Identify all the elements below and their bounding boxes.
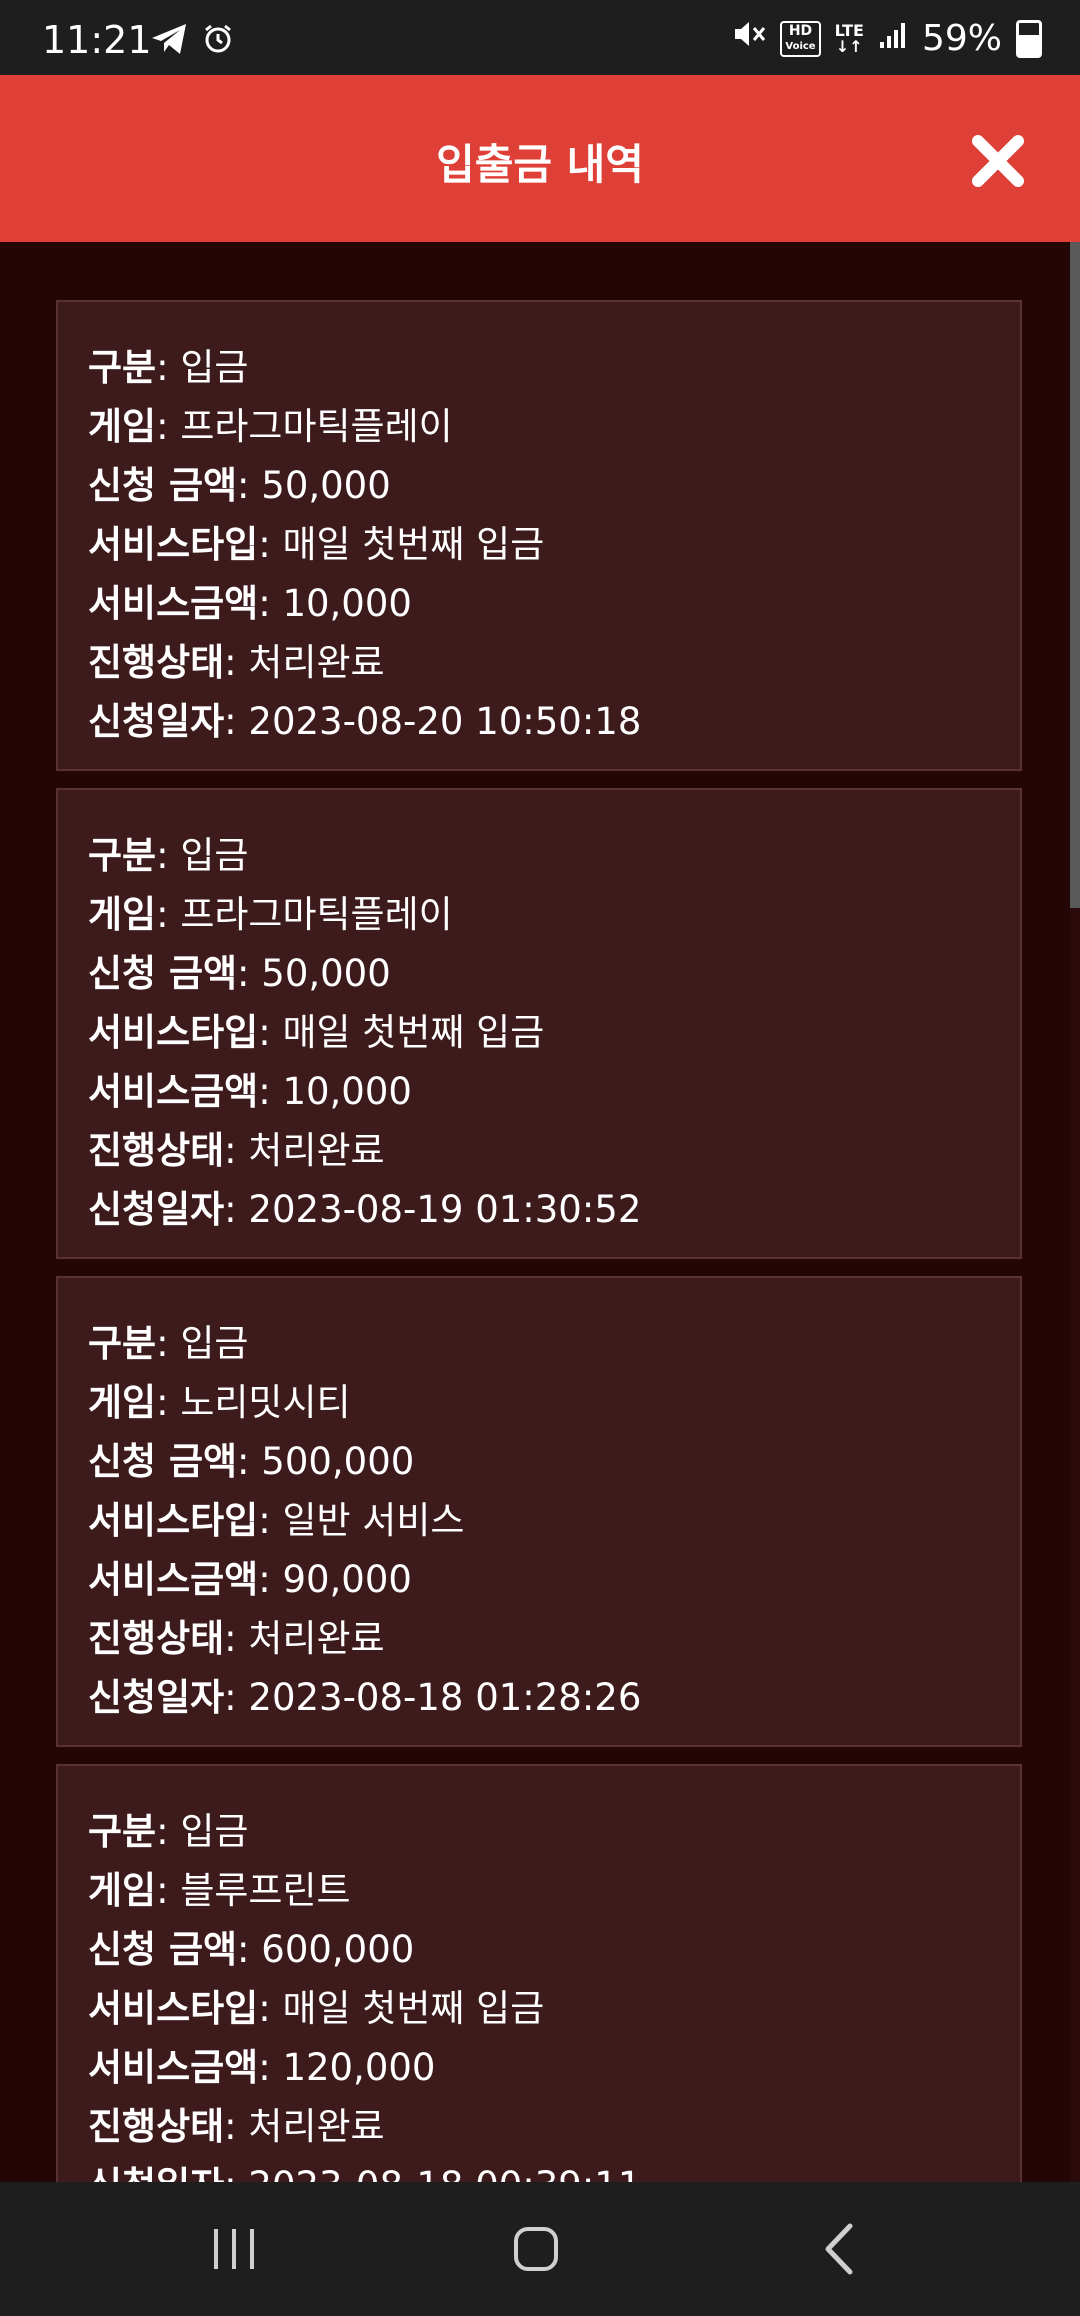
home-icon — [514, 2227, 558, 2271]
field-type: 구분: 입금 — [88, 346, 249, 389]
field-status: 진행상태: 처리완료 — [88, 1617, 385, 1660]
field-game: 게임: 프라그마틱플레이 — [88, 405, 453, 448]
field-amount: 신청 금액: 50,000 — [88, 952, 391, 995]
back-button[interactable] — [800, 2214, 880, 2284]
field-date: 신청일자: 2023-08-20 10:50:18 — [88, 700, 642, 743]
field-service-type: 서비스타입: 매일 첫번째 입금 — [88, 1987, 545, 2030]
field-date: 신청일자: 2023-08-18 01:28:26 — [88, 1676, 642, 1719]
field-amount: 신청 금액: 600,000 — [88, 1928, 415, 1971]
status-time: 11:21 — [42, 18, 152, 62]
field-type: 구분: 입금 — [88, 1322, 249, 1365]
alarm-icon — [202, 23, 234, 59]
recent-apps-icon — [214, 2229, 254, 2269]
lte-icon: LTE ↓↑ — [834, 20, 864, 56]
transaction-card: 구분: 입금 게임: 블루프린트 신청 금액: 600,000 서비스타입: 매… — [56, 1764, 1022, 2182]
field-service-type: 서비스타입: 매일 첫번째 입금 — [88, 1011, 545, 1054]
transaction-card: 구분: 입금 게임: 노리밋시티 신청 금액: 500,000 서비스타입: 일… — [56, 1276, 1022, 1747]
field-status: 진행상태: 처리완료 — [88, 1129, 385, 1172]
mute-icon — [732, 18, 766, 59]
system-nav-bar — [0, 2182, 1080, 2316]
field-status: 진행상태: 처리완료 — [88, 641, 385, 684]
modal-header: 입출금 내역 — [0, 75, 1080, 242]
field-service-type: 서비스타입: 매일 첫번째 입금 — [88, 523, 545, 566]
telegram-icon — [150, 22, 188, 60]
field-service-amount: 서비스금액: 90,000 — [88, 1558, 412, 1601]
transaction-card: 구분: 입금 게임: 프라그마틱플레이 신청 금액: 50,000 서비스타입:… — [56, 788, 1022, 1259]
field-service-amount: 서비스금액: 120,000 — [88, 2046, 436, 2089]
hd-voice-icon: HD Voice — [780, 20, 821, 57]
battery-percent: 59% — [921, 18, 1002, 59]
field-date: 신청일자: 2023-08-18 00:39:11 — [88, 2155, 641, 2182]
transaction-card: 구분: 입금 게임: 프라그마틱플레이 신청 금액: 50,000 서비스타입:… — [56, 300, 1022, 771]
field-game: 게임: 프라그마틱플레이 — [88, 893, 453, 936]
back-chevron-icon — [825, 2223, 853, 2275]
home-button[interactable] — [496, 2214, 576, 2284]
transaction-list[interactable]: 구분: 입금 게임: 프라그마틱플레이 신청 금액: 50,000 서비스타입:… — [0, 242, 1080, 2182]
field-status: 진행상태: 처리완료 — [88, 2105, 385, 2148]
close-button[interactable] — [968, 131, 1028, 191]
recent-apps-button[interactable] — [194, 2214, 274, 2284]
field-type: 구분: 입금 — [88, 1810, 249, 1853]
field-service-amount: 서비스금액: 10,000 — [88, 1070, 412, 1113]
signal-icon — [878, 18, 908, 59]
field-service-type: 서비스타입: 일반 서비스 — [88, 1499, 465, 1542]
field-date: 신청일자: 2023-08-19 01:30:52 — [88, 1188, 642, 1231]
field-game: 게임: 블루프린트 — [88, 1869, 351, 1912]
scrollbar-thumb[interactable] — [1070, 242, 1080, 908]
field-type: 구분: 입금 — [88, 834, 249, 877]
battery-icon — [1016, 19, 1042, 58]
field-amount: 신청 금액: 50,000 — [88, 464, 391, 507]
close-icon — [972, 135, 1024, 187]
field-service-amount: 서비스금액: 10,000 — [88, 582, 412, 625]
field-amount: 신청 금액: 500,000 — [88, 1440, 415, 1483]
field-game: 게임: 노리밋시티 — [88, 1381, 351, 1424]
page-title: 입출금 내역 — [436, 140, 644, 189]
status-bar: 11:21 HD Voice LTE ↓↑ 59% — [0, 0, 1080, 75]
